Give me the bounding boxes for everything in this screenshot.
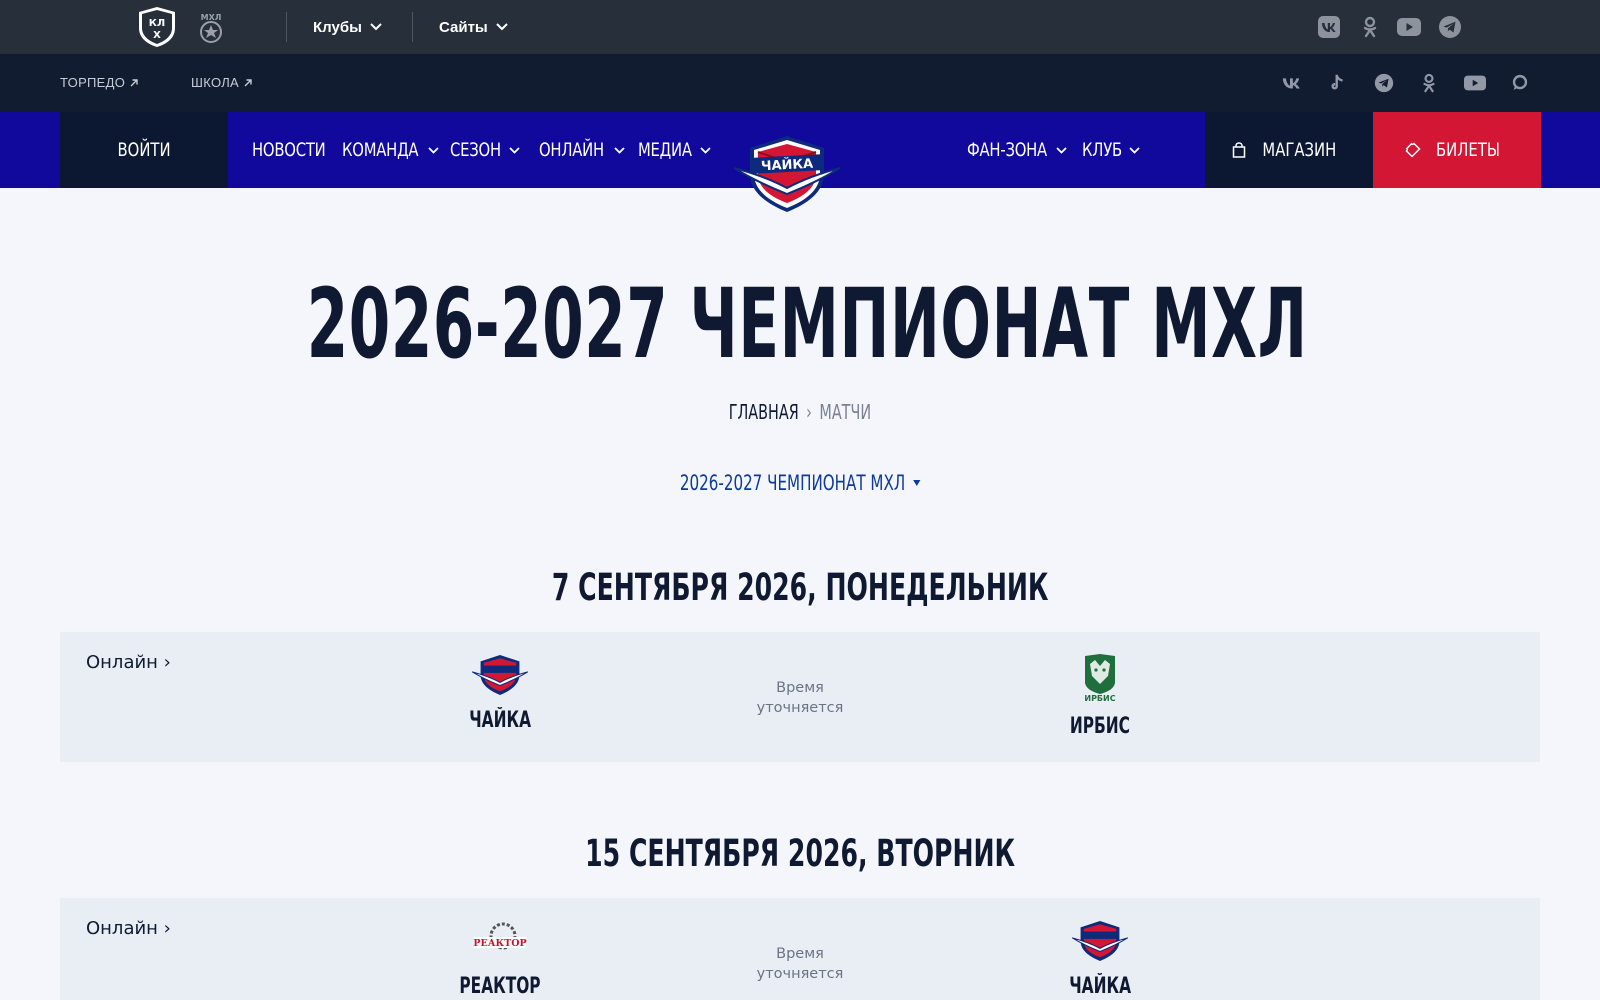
online-link[interactable]: Онлайн › [86,652,171,673]
breadcrumb-current: МАТЧИ [819,400,872,424]
nav-item-online[interactable]: ОНЛАЙН [539,138,625,162]
chevron-down-icon [509,146,520,154]
max-icon[interactable] [1509,72,1531,94]
reaktor-logo-text: РЕАКТОР [473,938,526,949]
svg-text:КЛ: КЛ [149,18,165,29]
login-label: ВОЙТИ [117,139,171,161]
svg-text:МХЛ: МХЛ [201,13,222,22]
nav-item-season[interactable]: СЕЗОН [450,138,520,162]
chevron-down-icon [1129,146,1140,154]
tiktok-icon[interactable] [1326,72,1348,94]
match-time-line2: уточняется [756,700,844,716]
school-link-label: ШКОЛА [191,75,240,90]
vk-icon[interactable] [1317,15,1341,39]
irbis-logo-text: ИРБИС [1084,694,1115,702]
home-team-name: ЧАЙКА [469,708,531,733]
match-time: Время уточняется [700,944,900,984]
nav-item-label: НОВОСТИ [252,139,326,161]
telegram-icon[interactable] [1438,15,1462,39]
season-select[interactable]: 2026-2027 ЧЕМПИОНАТ МХЛ [0,471,1600,495]
sites-dropdown[interactable]: Сайты [439,16,508,38]
away-team[interactable]: ИРБИС ИРБИС [1000,654,1200,739]
partner-bar: ТОРПЕДО ШКОЛА [0,54,1600,112]
chevron-down-icon [496,23,508,31]
tickets-label: БИЛЕТЫ [1436,139,1500,161]
topbar-divider [286,12,287,42]
ok-icon[interactable] [1418,72,1440,94]
home-team[interactable]: РЕАКТОР РЕАКТОР [400,920,600,999]
external-arrow-icon [130,78,138,86]
breadcrumb-home[interactable]: ГЛАВНАЯ [729,400,799,424]
page-title: 2026-2027 ЧЕМПИОНАТ МХЛ [0,268,1600,380]
page-title-text: 2026-2027 ЧЕМПИОНАТ МХЛ [306,268,1308,380]
nav-item-label: МЕДИА [638,139,692,161]
home-team-name: РЕАКТОР [459,974,541,999]
chevron-down-icon [370,23,382,31]
nav-item-club[interactable]: КЛУБ [1082,138,1140,162]
clubs-label: Клубы [313,18,362,36]
login-button[interactable]: ВОЙТИ [60,112,228,188]
nav-item-team[interactable]: КОМАНДА [342,138,439,162]
sites-label: Сайты [439,18,488,36]
top-bar: КЛ Х МХЛ Клубы Сайты [0,0,1600,54]
season-select-value: 2026-2027 ЧЕМПИОНАТ МХЛ [679,471,905,495]
match-time: Время уточняется [700,678,900,718]
match-time-line1: Время [776,946,824,962]
match-time-line1: Время [776,680,824,696]
match-date-heading: 15 СЕНТЯБРЯ 2026, ВТОРНИК [0,832,1600,875]
away-team-name: ЧАЙКА [1069,974,1131,999]
nav-item-media[interactable]: МЕДИА [638,138,711,162]
school-link[interactable]: ШКОЛА [191,75,253,90]
breadcrumb-separator: › [806,400,813,424]
torpedo-link-label: ТОРПЕДО [60,75,126,90]
torpedo-link[interactable]: ТОРПЕДО [60,75,139,90]
away-team[interactable]: ЧАЙКА [1000,920,1200,999]
youtube-icon[interactable] [1463,72,1487,94]
nav-item-label: СЕЗОН [450,139,501,161]
svg-text:Х: Х [153,30,161,41]
ok-icon[interactable] [1358,15,1382,39]
khl-logo[interactable]: КЛ Х [137,6,177,48]
caret-down-icon [912,480,920,486]
nav-item-label: ФАН-ЗОНА [967,139,1047,161]
ticket-icon [1405,142,1421,158]
nav-item-label: КОМАНДА [342,139,419,161]
club-logo[interactable]: ЧАЙКА [732,134,842,214]
reaktor-logo: РЕАКТОР [473,922,527,950]
chaika-logo [471,655,529,695]
youtube-icon[interactable] [1396,15,1422,39]
match-time-line2: уточняется [756,966,844,982]
club-logo-text: ЧАЙКА [761,156,814,175]
nav-item-news[interactable]: НОВОСТИ [252,138,346,162]
away-team-name: ИРБИС [1069,714,1131,739]
mhl-logo[interactable]: МХЛ [197,10,225,44]
chevron-down-icon [428,146,439,154]
telegram-icon[interactable] [1373,72,1395,94]
topbar-divider [412,12,413,42]
nav-item-label: ОНЛАЙН [539,139,604,161]
external-arrow-icon [244,78,252,86]
shopping-bag-icon [1232,142,1245,158]
chevron-down-icon [700,146,711,154]
shop-button[interactable]: МАГАЗИН [1205,112,1373,188]
home-team[interactable]: ЧАЙКА [400,654,600,733]
nav-item-fanzone[interactable]: ФАН-ЗОНА [967,138,1067,162]
tickets-button[interactable]: БИЛЕТЫ [1373,112,1541,188]
vk-icon[interactable] [1281,72,1303,94]
match-date-text: 15 СЕНТЯБРЯ 2026, ВТОРНИК [585,832,1015,875]
chevron-down-icon [614,146,625,154]
match-card[interactable]: Онлайн › РЕАКТОР РЕАКТОР Время уточняетс… [60,898,1540,1000]
clubs-dropdown[interactable]: Клубы [313,16,382,38]
irbis-logo: ИРБИС [1084,654,1116,702]
match-date-text: 7 СЕНТЯБРЯ 2026, ПОНЕДЕЛЬНИК [551,566,1049,609]
breadcrumb: ГЛАВНАЯ › МАТЧИ [0,400,1600,424]
online-link[interactable]: Онлайн › [86,918,171,939]
chaika-logo [1071,921,1129,961]
nav-item-label: КЛУБ [1082,139,1122,161]
chevron-down-icon [1055,146,1067,154]
match-date-heading: 7 СЕНТЯБРЯ 2026, ПОНЕДЕЛЬНИК [0,566,1600,609]
shop-label: МАГАЗИН [1262,139,1336,161]
match-card[interactable]: Онлайн › ЧАЙКА Время уточняется ИРБИС ИР… [60,632,1540,762]
